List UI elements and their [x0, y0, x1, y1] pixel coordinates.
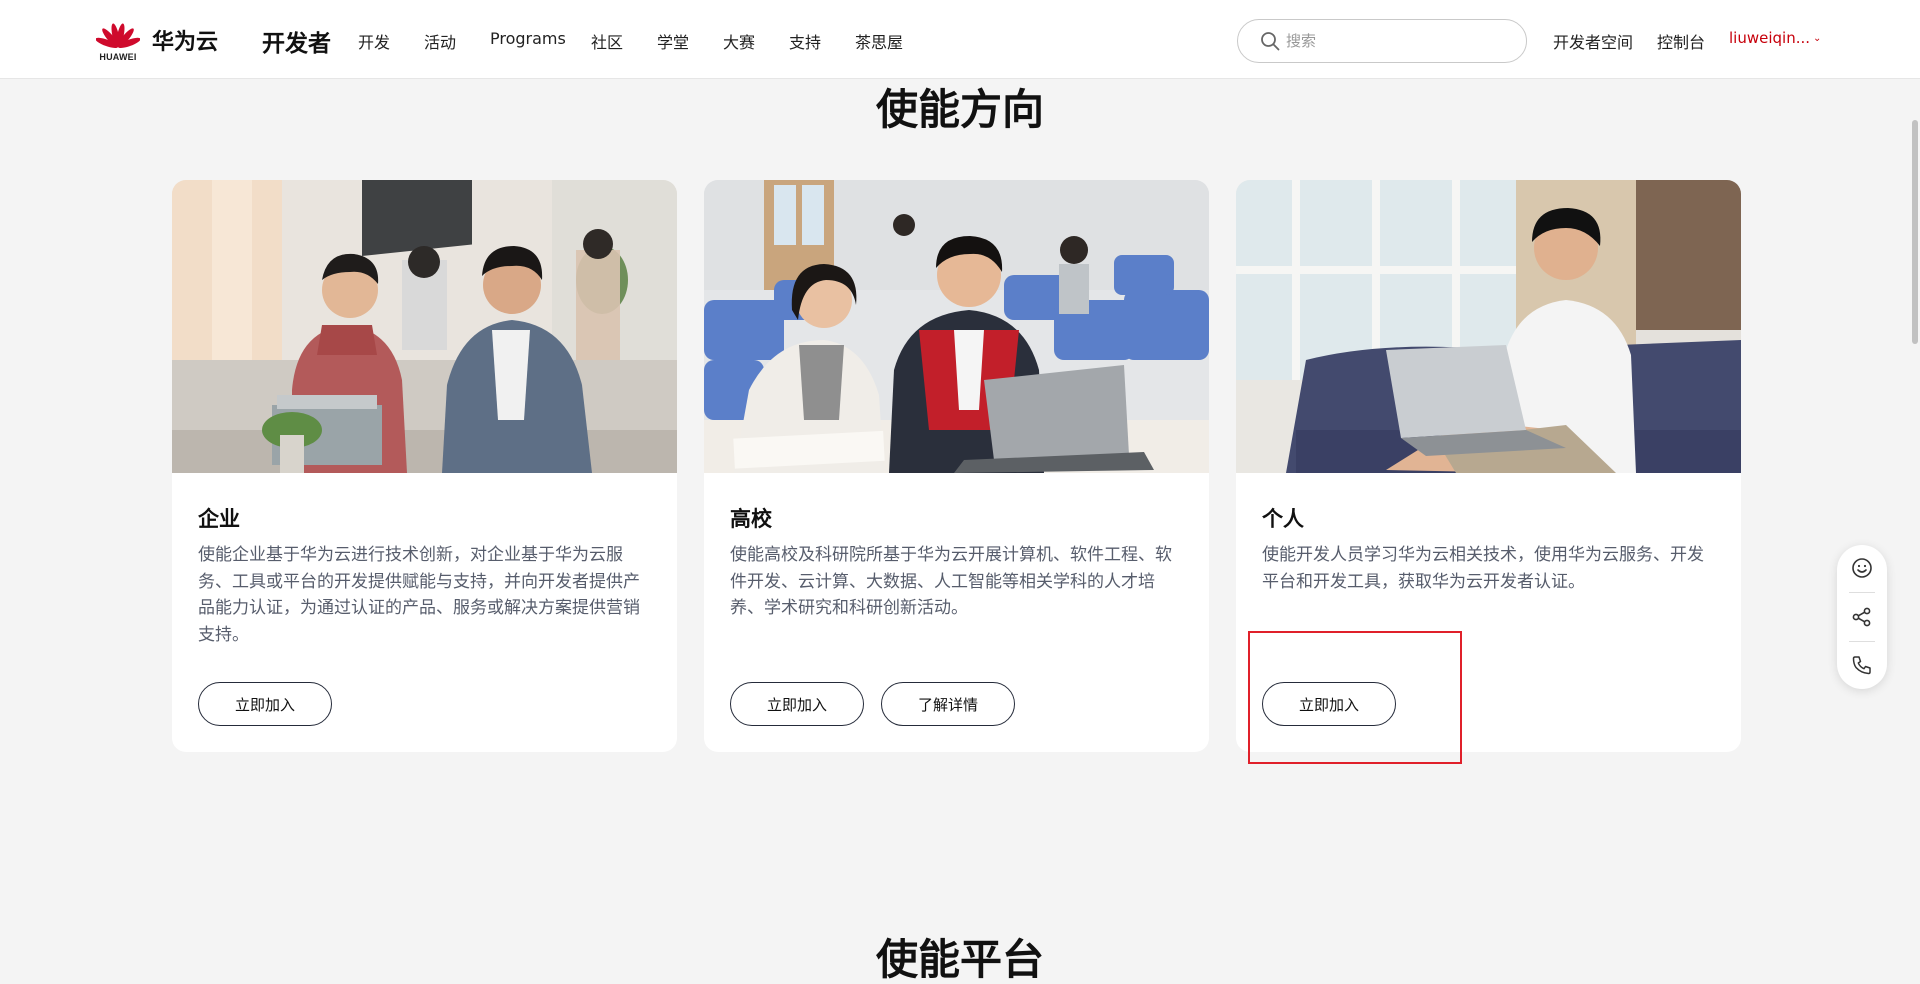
- section-title-direction: 使能方向: [875, 85, 1044, 134]
- card-photo-enterprise: [172, 180, 677, 473]
- join-now-button[interactable]: 立即加入: [198, 682, 332, 726]
- nav-item-tea-house[interactable]: 茶思屋: [855, 29, 903, 53]
- card-photo-individual: [1236, 180, 1741, 473]
- card-enterprise: 企业 使能企业基于华为云进行技术创新，对企业基于华为云服务、工具或平台的开发提供…: [172, 180, 677, 752]
- developer-space-link[interactable]: 开发者空间: [1553, 29, 1633, 53]
- card-description: 使能开发人员学习华为云相关技术，使用华为云服务、开发平台和开发工具，获取华为云开…: [1262, 545, 1704, 592]
- top-header: HUAWEI 华为云 开发者 开发 活动 Programs 社区 学堂 大赛 支…: [0, 0, 1920, 79]
- nav-item-develop[interactable]: 开发: [358, 29, 390, 53]
- card-photo-university: [704, 180, 1209, 473]
- user-name: liuweiqin...: [1729, 29, 1811, 47]
- floating-toolbar: [1837, 545, 1887, 689]
- search-icon: [1261, 32, 1280, 51]
- scrollbar-thumb[interactable]: [1912, 120, 1918, 344]
- logo-caption: HUAWEI: [99, 52, 137, 62]
- nav-item-programs[interactable]: Programs: [490, 29, 566, 48]
- card-university: 高校 使能高校及科研院所基于华为云开展计算机、软件工程、软件开发、云计算、大数据…: [704, 180, 1209, 752]
- nav-item-activities[interactable]: 活动: [424, 29, 456, 53]
- join-now-button[interactable]: 立即加入: [730, 682, 864, 726]
- user-menu[interactable]: liuweiqin... ⌄: [1729, 29, 1821, 47]
- card-title: 企业: [198, 507, 240, 531]
- search-box[interactable]: [1237, 19, 1527, 63]
- learn-more-button[interactable]: 了解详情: [881, 682, 1015, 726]
- chevron-down-icon: ⌄: [1813, 33, 1822, 44]
- card-title: 个人: [1262, 507, 1304, 531]
- toolbar-divider: [1849, 592, 1875, 593]
- brand-name[interactable]: 华为云: [152, 24, 218, 56]
- nav-item-contests[interactable]: 大赛: [723, 29, 755, 53]
- search-input[interactable]: [1286, 28, 1506, 54]
- highlight-box: [1248, 631, 1462, 764]
- toolbar-divider: [1849, 641, 1875, 642]
- smile-icon[interactable]: [1850, 556, 1874, 580]
- phone-icon[interactable]: [1850, 653, 1874, 677]
- console-link[interactable]: 控制台: [1657, 29, 1705, 53]
- nav-item-support[interactable]: 支持: [789, 29, 821, 53]
- section-title-platform: 使能平台: [875, 935, 1044, 984]
- nav-item-community[interactable]: 社区: [591, 29, 623, 53]
- card-description: 使能企业基于华为云进行技术创新，对企业基于华为云服务、工具或平台的开发提供赋能与…: [198, 545, 640, 645]
- card-title: 高校: [730, 507, 772, 531]
- developer-title[interactable]: 开发者: [262, 24, 331, 58]
- share-icon[interactable]: [1850, 605, 1874, 629]
- card-description: 使能高校及科研院所基于华为云开展计算机、软件工程、软件开发、云计算、大数据、人工…: [730, 545, 1172, 618]
- nav-item-academy[interactable]: 学堂: [657, 29, 689, 53]
